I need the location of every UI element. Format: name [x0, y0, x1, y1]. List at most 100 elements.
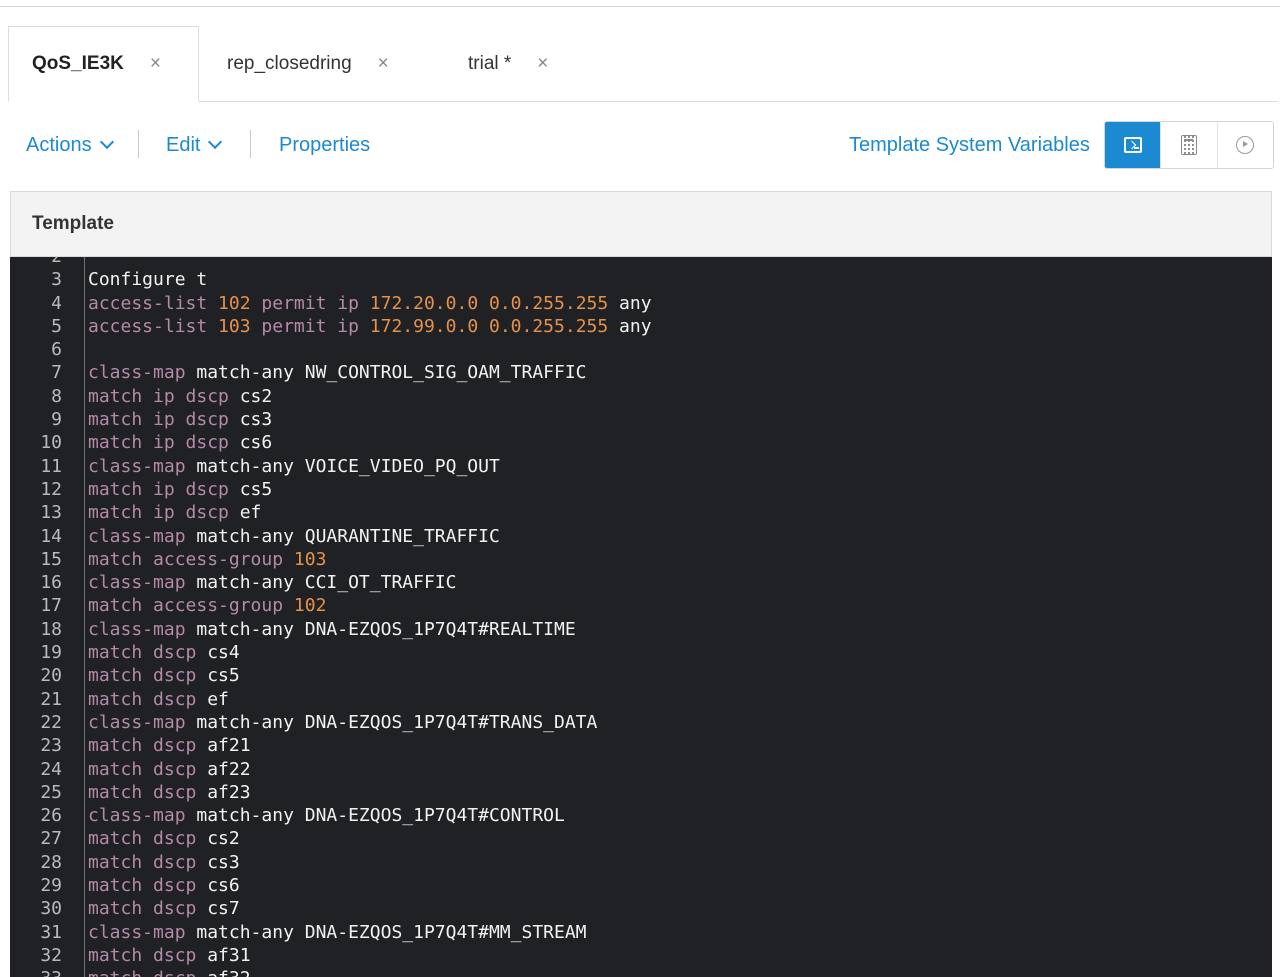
view-mode-group [1104, 121, 1274, 169]
line-number: 26 [40, 805, 62, 827]
code-token: match dscp [88, 875, 208, 897]
line-text: class-map match-any DNA-EZQOS_1P7Q4T#MM_… [62, 921, 587, 944]
line-number: 32 [40, 944, 62, 966]
code-token: match ip dscp [88, 385, 240, 407]
line-text: class-map match-any DNA-EZQOS_1P7Q4T#REA… [62, 618, 576, 641]
line-text: Configure t [62, 268, 207, 291]
code-token: match-any DNA-EZQOS_1P7Q4T#MM_STREAM [196, 921, 587, 943]
line-number: 18 [40, 618, 62, 640]
code-token: match dscp [88, 642, 208, 664]
tab-bar: QoS_IE3K × rep_closedring × trial * × [8, 26, 1278, 102]
calculator-icon [1180, 135, 1197, 155]
code-token: permit ip [250, 292, 370, 314]
code-token: match-any DNA-EZQOS_1P7Q4T#REALTIME [196, 618, 576, 640]
edit-menu[interactable]: Edit [166, 118, 223, 172]
terminal-view-button[interactable] [1105, 122, 1161, 168]
line-number: 7 [51, 362, 62, 384]
line-number: 4 [51, 292, 62, 314]
line-text: match ip dscp ef [62, 501, 261, 524]
code-token: match dscp [88, 944, 208, 966]
code-line: 23 match dscp af21 [10, 734, 1272, 757]
line-text: match dscp cs3 [62, 851, 240, 874]
line-number: 21 [40, 688, 62, 710]
tab-qos-ie3k[interactable]: QoS_IE3K × [8, 26, 199, 102]
toolbar-divider [250, 130, 251, 158]
template-panel-header: Template [10, 191, 1272, 257]
code-token: access-list [88, 315, 219, 337]
tab-rep-closedring[interactable]: rep_closedring × [227, 26, 389, 102]
code-token: cs6 [207, 875, 240, 897]
line-text: match dscp cs2 [62, 827, 240, 850]
code-token: match access-group [88, 595, 294, 617]
code-line: 30 match dscp cs7 [10, 897, 1272, 920]
code-token: af21 [207, 735, 251, 757]
code-editor[interactable]: 23 Configure t 4access-list 102 permit ip … [10, 257, 1272, 977]
code-line: 13 match ip dscp ef [10, 501, 1272, 524]
chevron-down-icon [99, 134, 114, 150]
close-icon[interactable]: × [537, 53, 548, 75]
toolbar-divider [138, 130, 139, 158]
code-token: class-map [88, 572, 197, 594]
code-line: 33match dscp af32 [10, 967, 1272, 977]
code-line: 28 match dscp cs3 [10, 851, 1272, 874]
line-text: match ip dscp cs2 [62, 385, 272, 408]
code-line: 24 match dscp af22 [10, 758, 1272, 781]
line-text: match ip dscp cs6 [62, 431, 272, 454]
line-text: match dscp af21 [62, 734, 251, 757]
line-number: 12 [40, 478, 62, 500]
tab-label: QoS_IE3K [32, 53, 124, 74]
code-line: 15 match access-group 103 [10, 548, 1272, 571]
code-line: 14 class-map match-any QUARANTINE_TRAFFIC [10, 525, 1272, 548]
line-number: 33 [10, 967, 62, 977]
code-token: cs5 [239, 478, 273, 500]
line-text [62, 338, 88, 361]
tab-trial[interactable]: trial * × [468, 26, 548, 102]
actions-menu[interactable]: Actions [26, 118, 114, 172]
code-token: match dscp [88, 758, 208, 780]
code-token: class-map [88, 362, 197, 384]
code-line: 18 class-map match-any DNA-EZQOS_1P7Q4T#R… [10, 618, 1272, 641]
code-line: 26 class-map match-any DNA-EZQOS_1P7Q4T#C… [10, 804, 1272, 827]
line-text: match dscp ef [62, 688, 229, 711]
calculator-view-button[interactable] [1160, 122, 1217, 168]
line-text: class-map match-any QUARANTINE_TRAFFIC [62, 525, 500, 548]
code-token: cs2 [239, 385, 273, 407]
line-number: 15 [40, 548, 62, 570]
code-token: af31 [207, 944, 251, 966]
template-system-variables-link[interactable]: Template System Variables [849, 118, 1090, 172]
code-token: match dscp [88, 781, 208, 803]
code-line: 3 Configure t [10, 268, 1272, 291]
code-line: 17 match access-group 102 [10, 594, 1272, 617]
line-number: 28 [40, 851, 62, 873]
code-token: permit ip [250, 315, 370, 337]
terminal-icon [1123, 137, 1142, 153]
play-circle-icon [1236, 136, 1255, 154]
code-token: af23 [207, 781, 251, 803]
code-token: class-map [88, 921, 197, 943]
properties-link[interactable]: Properties [279, 118, 370, 172]
play-view-button[interactable] [1216, 122, 1273, 168]
code-token: 172.99.0.0 [369, 315, 479, 337]
line-number: 25 [40, 781, 62, 803]
tab-label: rep_closedring [227, 53, 352, 74]
line-text: match ip dscp cs5 [62, 478, 272, 501]
code-token: class-map [88, 525, 197, 547]
line-number: 5 [51, 315, 62, 337]
line-number: 19 [40, 642, 62, 664]
code-token: match dscp [88, 898, 208, 920]
line-number: 20 [40, 665, 62, 687]
code-token: class-map [88, 618, 197, 640]
code-token: match dscp [88, 735, 208, 757]
code-token: 102 [293, 595, 327, 617]
code-line: 31 class-map match-any DNA-EZQOS_1P7Q4T#M… [10, 921, 1272, 944]
line-text: match access-group 103 [62, 548, 326, 571]
code-line: 21 match dscp ef [10, 688, 1272, 711]
close-icon[interactable]: × [378, 53, 389, 75]
close-icon[interactable]: × [150, 53, 161, 75]
code-line: 27 match dscp cs2 [10, 827, 1272, 850]
code-line: 8 match ip dscp cs2 [10, 385, 1272, 408]
code-token: 102 [218, 292, 251, 314]
actions-label: Actions [26, 133, 92, 156]
code-token: class-map [88, 455, 197, 477]
